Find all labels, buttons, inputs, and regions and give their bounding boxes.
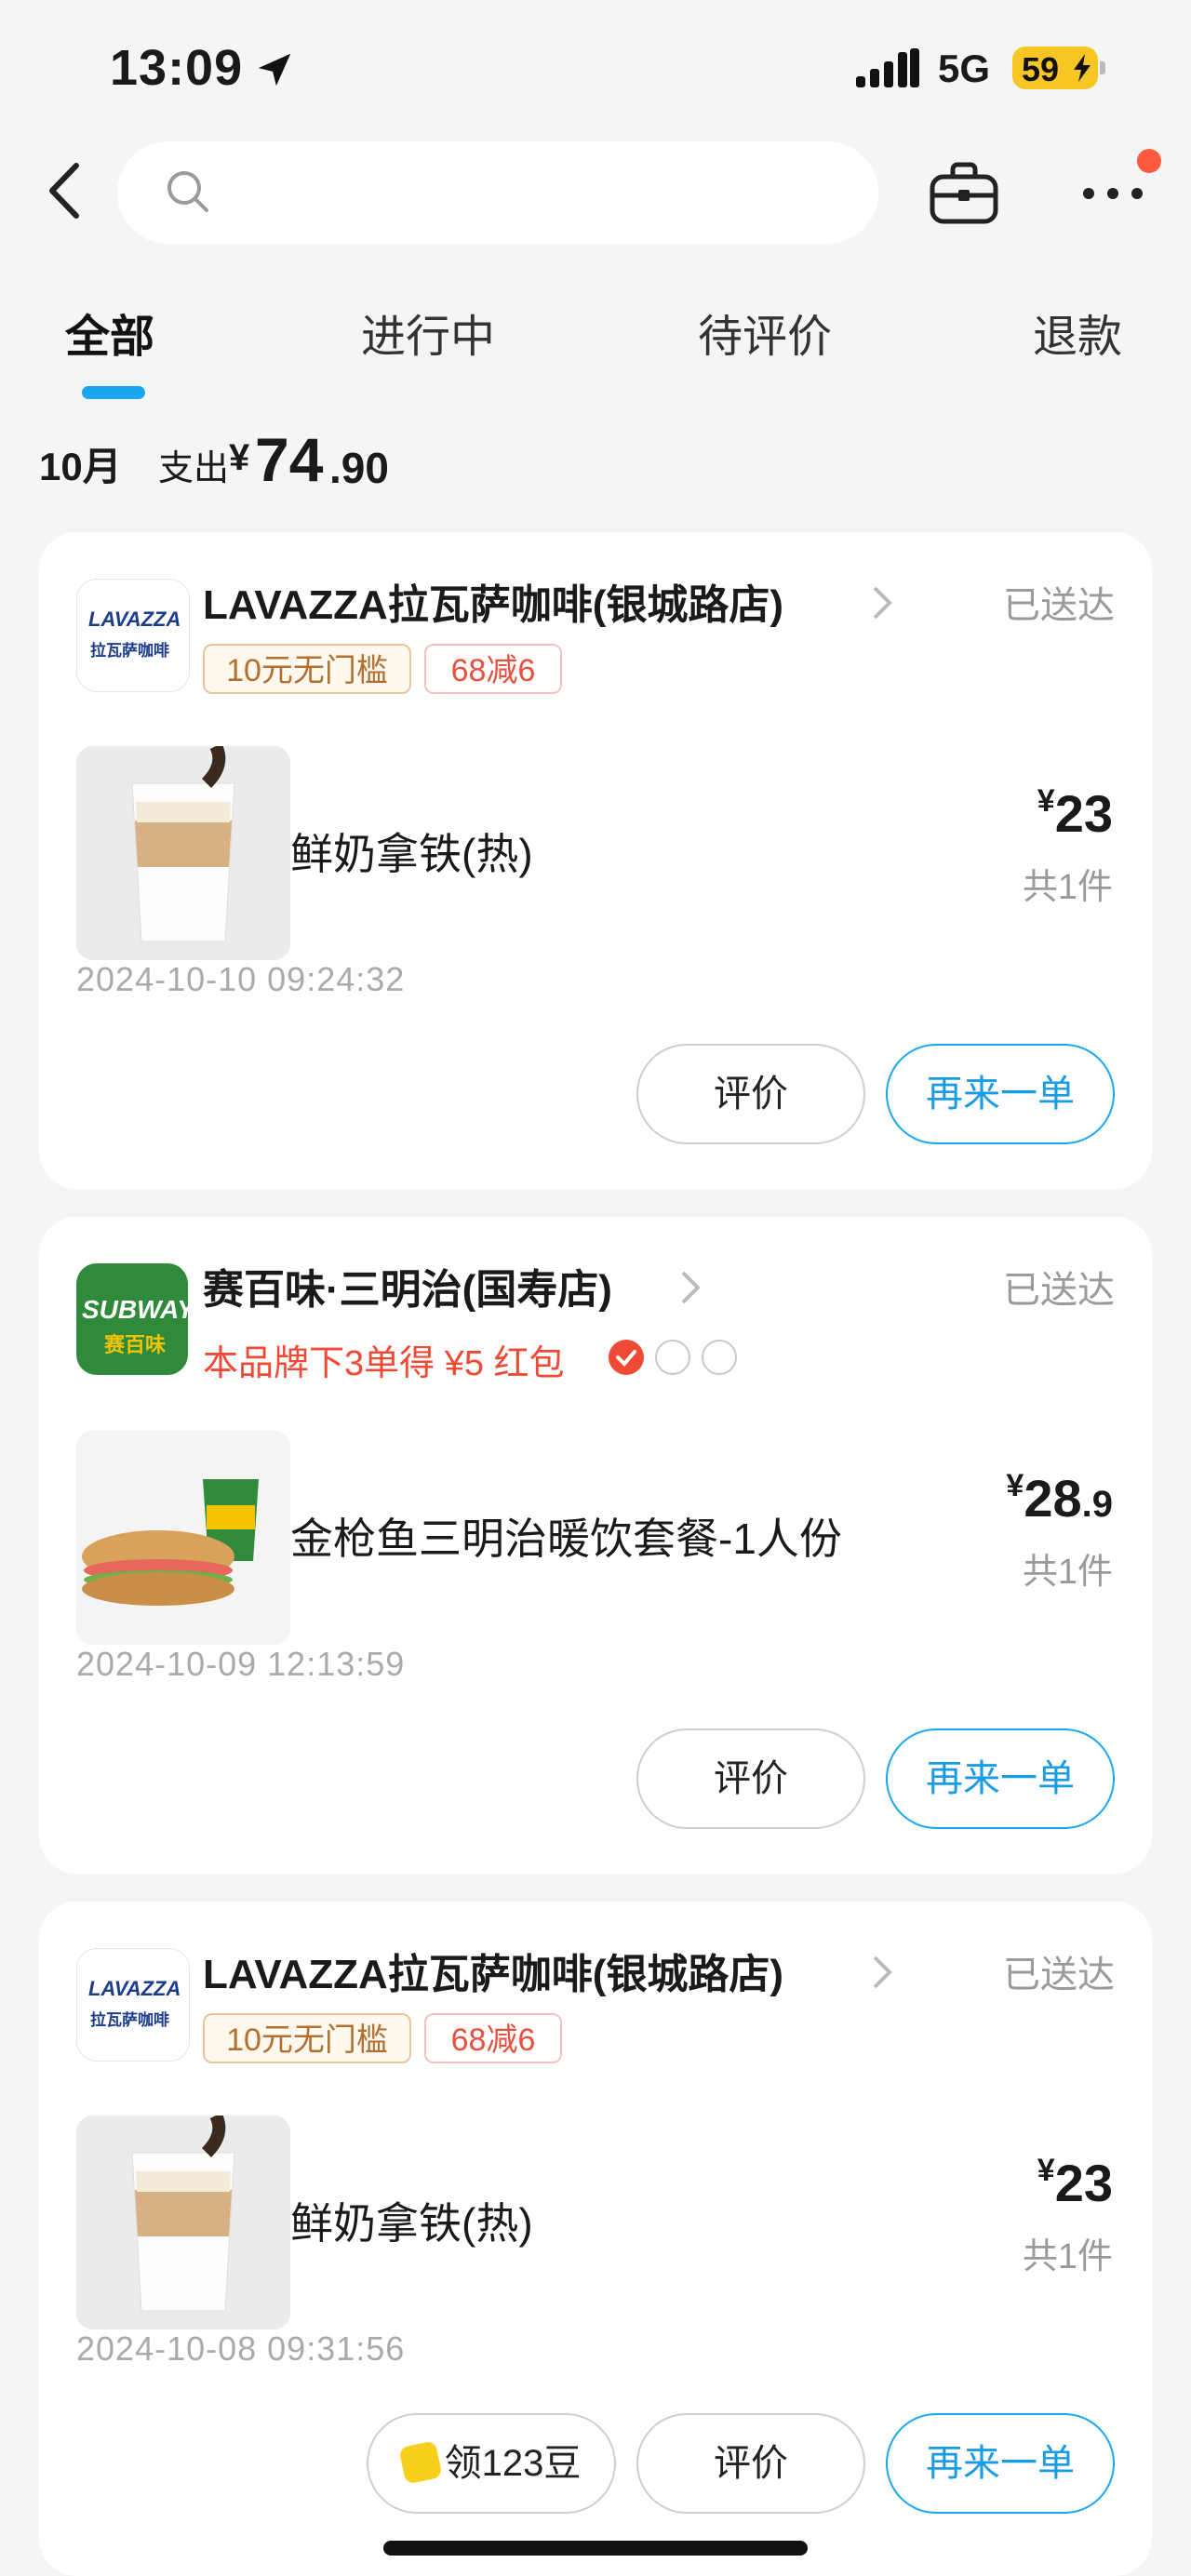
logo-text: SUBWAY <box>82 1295 194 1324</box>
order-status: 已送达 <box>1003 585 1115 626</box>
price-int: 23 <box>1054 784 1113 843</box>
item-name: 鲜奶拿铁(热) <box>290 830 533 878</box>
logo-text: LAVAZZA <box>88 1977 181 2000</box>
signal-icon <box>856 48 919 87</box>
tab-to-review[interactable]: 待评价 <box>698 300 832 365</box>
logo-subtext: 拉瓦萨咖啡 <box>90 642 169 660</box>
battery-indicator: 59 <box>1012 47 1105 89</box>
network-type: 5G <box>938 47 991 90</box>
price: ¥23 <box>1037 783 1113 844</box>
promo-progress-pending <box>655 1340 690 1375</box>
promo-progress-pending <box>702 1340 737 1375</box>
price-dec: .9 <box>1081 1484 1113 1525</box>
order-datetime: 2024-10-09 12:13:59 <box>76 1645 406 1683</box>
discount-tag: 68减6 <box>424 644 562 694</box>
order-card[interactable]: LAVAZZA 拉瓦萨咖啡 LAVAZZA拉瓦萨咖啡(银城路店) 已送达 10元… <box>39 532 1152 1189</box>
search-icon <box>167 171 208 212</box>
item-quantity: 共1件 <box>1022 2237 1113 2276</box>
item-name: 鲜奶拿铁(热) <box>290 2199 533 2248</box>
coupon-tag: 10元无门槛 <box>203 644 411 694</box>
status-time: 13:09 <box>110 40 244 96</box>
order-datetime: 2024-10-10 09:24:32 <box>76 960 406 998</box>
search-input[interactable] <box>117 141 878 244</box>
tab-refund[interactable]: 退款 <box>1033 300 1122 365</box>
order-card[interactable]: LAVAZZA 拉瓦萨咖啡 LAVAZZA拉瓦萨咖啡(银城路店) 已送达 10元… <box>39 1902 1152 2576</box>
product-image[interactable] <box>76 1431 290 1645</box>
order-status: 已送达 <box>1003 1955 1115 1995</box>
claim-beans-label: 领123豆 <box>444 2443 582 2484</box>
more-icon[interactable] <box>1079 167 1146 214</box>
coupon-tag: 10元无门槛 <box>203 2013 411 2063</box>
summary-amount: 74 <box>255 425 324 494</box>
store-logo: SUBWAY 赛百味 <box>76 1263 194 1375</box>
latte-illustration <box>76 746 290 960</box>
summary-label: 支出 <box>158 449 230 488</box>
briefcase-icon[interactable] <box>927 158 1001 229</box>
price-currency: ¥ <box>1037 783 1055 819</box>
store-logo: LAVAZZA 拉瓦萨咖啡 <box>76 579 190 692</box>
price-currency: ¥ <box>1037 2153 1055 2188</box>
store-name[interactable]: 赛百味·三明治(国寿店) <box>203 1256 612 1315</box>
chevron-right-icon[interactable] <box>679 1269 702 1306</box>
item-name: 金枪鱼三明治暖饮套餐-1人份 <box>290 1515 842 1563</box>
order-status: 已送达 <box>1003 1270 1115 1311</box>
rate-button[interactable]: 评价 <box>636 1044 865 1144</box>
order-datetime: 2024-10-08 09:31:56 <box>76 2329 406 2368</box>
notification-dot <box>1137 149 1161 173</box>
order-card[interactable]: SUBWAY 赛百味 赛百味·三明治(国寿店) 已送达 本品牌下3单得 ¥5 红… <box>39 1217 1152 1874</box>
location-arrow-icon <box>258 53 291 87</box>
summary-month: 10月 <box>39 445 122 488</box>
rate-button[interactable]: 评价 <box>636 2413 865 2514</box>
rate-button[interactable]: 评价 <box>636 1728 865 1829</box>
tab-indicator <box>82 386 145 399</box>
price: ¥23 <box>1037 2153 1113 2213</box>
reorder-button[interactable]: 再来一单 <box>886 1728 1115 1829</box>
status-bar: 13:09 5G 59 <box>0 0 1191 140</box>
price-int: 28 <box>1024 1469 1082 1528</box>
summary-cents: .90 <box>329 444 389 492</box>
store-name[interactable]: LAVAZZA拉瓦萨咖啡(银城路店) <box>203 571 783 631</box>
brand-promo-text: 本品牌下3单得 ¥5 红包 <box>203 1344 565 1383</box>
discount-tag: 68减6 <box>424 2013 562 2063</box>
check-icon <box>616 1350 636 1367</box>
battery-tip <box>1100 61 1105 74</box>
sandwich-illustration <box>76 1431 290 1645</box>
item-quantity: 共1件 <box>1022 1553 1113 1592</box>
summary-currency: ¥ <box>229 437 250 478</box>
logo-text: LAVAZZA <box>88 607 181 631</box>
price-int: 23 <box>1054 2154 1113 2212</box>
logo-subtext: 拉瓦萨咖啡 <box>90 2011 169 2029</box>
back-chevron-icon[interactable] <box>37 158 93 223</box>
reorder-button[interactable]: 再来一单 <box>886 2413 1115 2514</box>
charging-bolt-icon <box>1074 54 1091 82</box>
battery-level: 59 <box>1022 50 1060 88</box>
chevron-right-icon[interactable] <box>871 584 893 621</box>
tab-all[interactable]: 全部 <box>65 300 154 365</box>
logo-subtext: 赛百味 <box>104 1333 167 1356</box>
item-quantity: 共1件 <box>1022 868 1113 907</box>
price-currency: ¥ <box>1006 1468 1024 1503</box>
home-indicator[interactable] <box>383 2541 808 2556</box>
tab-in-progress[interactable]: 进行中 <box>361 300 495 365</box>
bean-icon <box>397 2440 443 2485</box>
product-image[interactable] <box>76 746 290 960</box>
price: ¥28.9 <box>1006 1468 1113 1528</box>
reorder-button[interactable]: 再来一单 <box>886 1044 1115 1144</box>
store-logo: LAVAZZA 拉瓦萨咖啡 <box>76 1948 190 2062</box>
claim-beans-button[interactable]: 领123豆 <box>367 2413 616 2514</box>
chevron-right-icon[interactable] <box>871 1954 893 1991</box>
product-image[interactable] <box>76 2116 290 2329</box>
promo-progress-done <box>609 1340 644 1375</box>
latte-illustration <box>76 2116 290 2329</box>
store-name[interactable]: LAVAZZA拉瓦萨咖啡(银城路店) <box>203 1941 783 2000</box>
